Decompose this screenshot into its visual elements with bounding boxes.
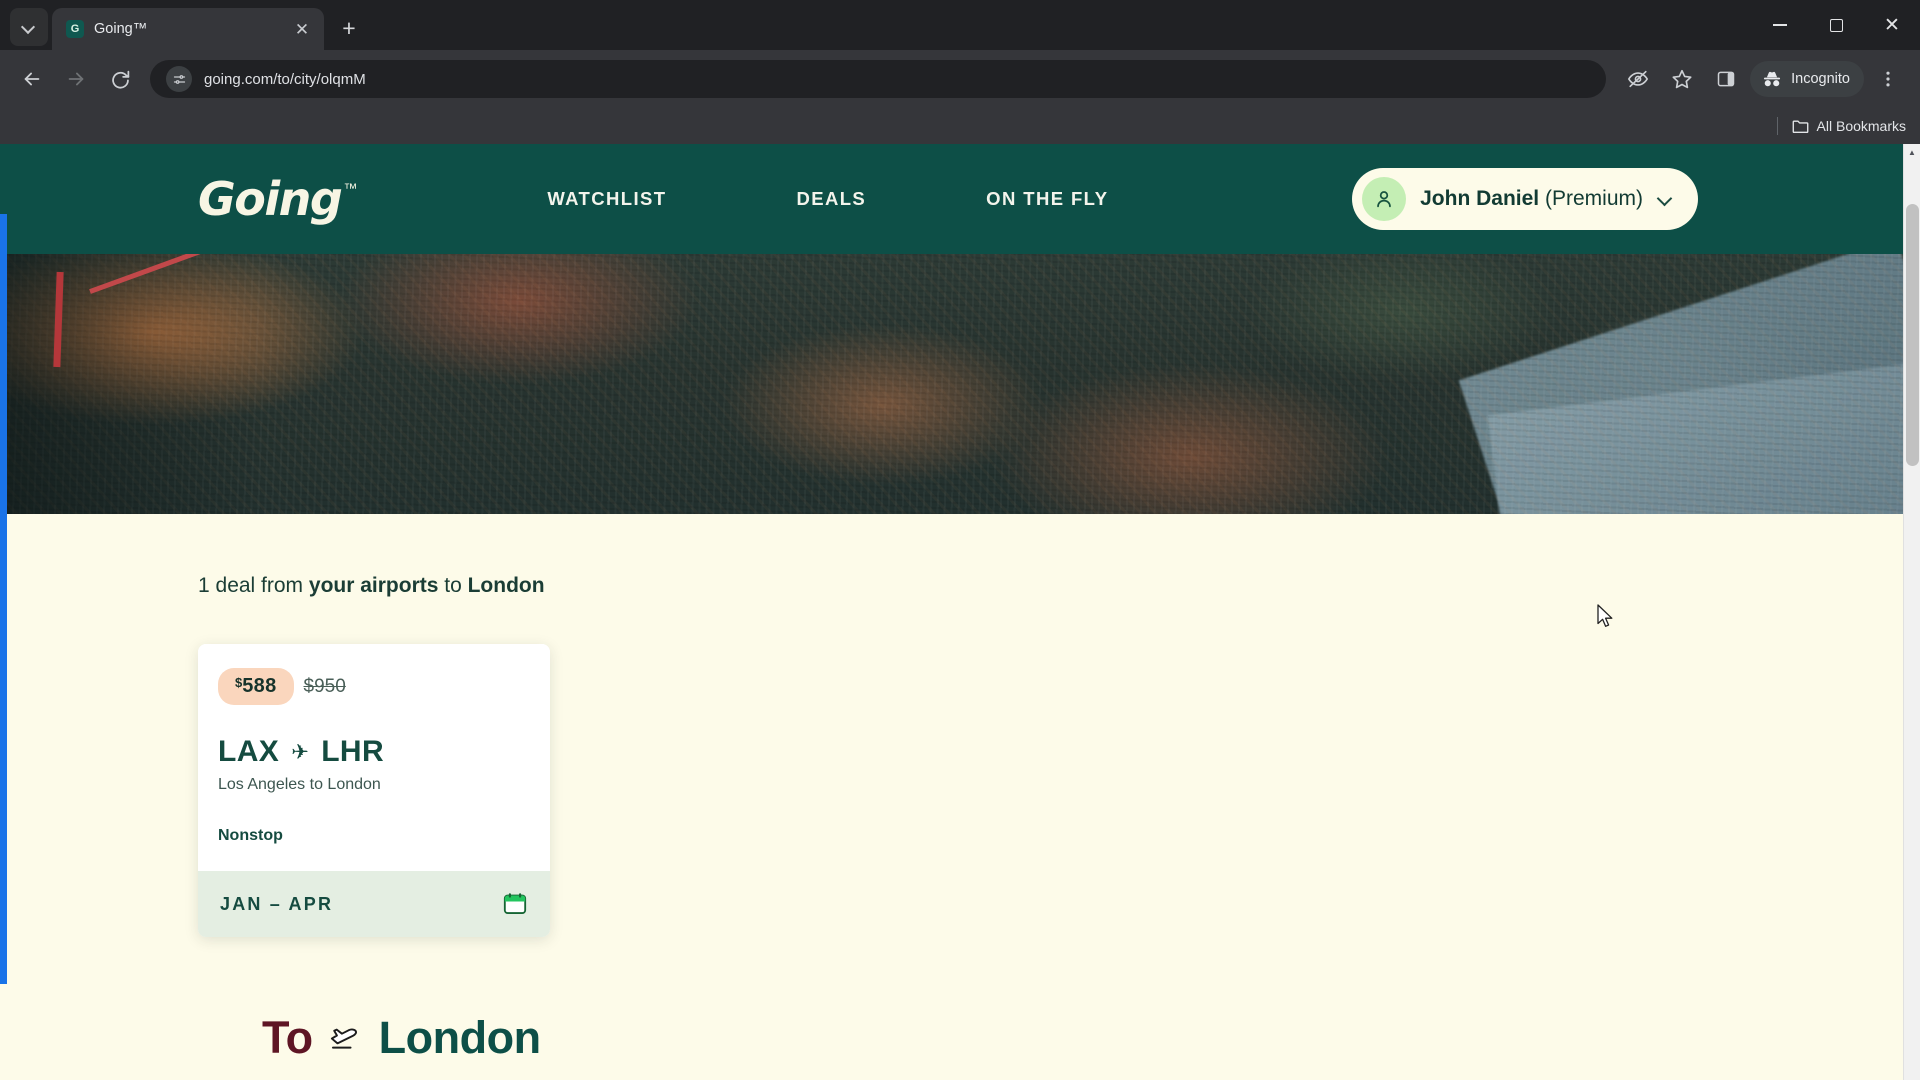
original-price: $950 <box>303 675 346 697</box>
calendar-icon <box>503 893 527 915</box>
url-text: going.com/to/city/olqmM <box>204 70 366 88</box>
destination-code: LHR <box>321 735 385 768</box>
arrow-plane-icon: ✈ <box>291 740 310 764</box>
title-prefix: To <box>262 1012 313 1063</box>
site-nav: WATCHLIST DEALS ON THE FLY <box>547 188 1108 210</box>
site-logo[interactable]: Going ™ <box>198 176 357 222</box>
incognito-label: Incognito <box>1791 71 1850 87</box>
stops-label: Nonstop <box>218 827 283 844</box>
divider <box>1776 117 1778 135</box>
tab-title: Going™ <box>94 21 148 37</box>
deal-price: 588 <box>242 675 277 697</box>
price-row: $ 588 $950 <box>198 668 550 705</box>
menu-icon[interactable] <box>1868 59 1908 99</box>
folder-icon <box>1792 120 1808 133</box>
destination-name: London <box>378 1012 541 1063</box>
tune-icon[interactable] <box>166 66 192 92</box>
deal-card-body: $ 588 $950 LAX ✈ LHR Los Angeles to Lond… <box>198 644 550 871</box>
bookmarks-bar: All Bookmarks <box>0 108 1920 144</box>
maximize-button[interactable] <box>1808 0 1864 50</box>
account-menu-button[interactable]: John Daniel (Premium) <box>1352 168 1698 230</box>
window-controls: ✕ <box>1752 0 1920 50</box>
incognito-indicator[interactable]: Incognito <box>1750 61 1864 97</box>
scroll-up-arrow[interactable]: ▲ <box>1904 144 1920 161</box>
incognito-icon <box>1764 71 1781 87</box>
currency-symbol: $ <box>235 675 243 690</box>
chevron-down-icon <box>23 21 35 33</box>
minimize-button[interactable] <box>1752 0 1808 50</box>
nav-item-deals[interactable]: DEALS <box>796 188 866 210</box>
date-range-label: JAN – APR <box>220 893 334 914</box>
deal-card[interactable]: $ 588 $950 LAX ✈ LHR Los Angeles to Lond… <box>198 644 550 937</box>
all-bookmarks-label: All Bookmarks <box>1816 118 1906 134</box>
nav-item-watchlist[interactable]: WATCHLIST <box>547 188 666 210</box>
avatar <box>1362 177 1407 221</box>
reload-icon[interactable] <box>100 59 140 99</box>
eye-off-icon[interactable] <box>1618 59 1658 99</box>
main-content: 1 deal from your airports to London $ 58… <box>0 514 1920 937</box>
scrollbar-thumb[interactable] <box>1906 204 1919 466</box>
browser-toolbar: going.com/to/city/olqmM Incognito <box>0 50 1920 108</box>
page-viewport: Going ™ WATCHLIST DEALS ON THE FLY John … <box>0 144 1920 1080</box>
back-icon[interactable] <box>12 59 52 99</box>
nav-item-on-the-fly[interactable]: ON THE FLY <box>986 188 1108 210</box>
new-tab-button[interactable]: + <box>332 11 366 45</box>
origin-code: LAX <box>218 735 280 768</box>
logo-text: Going <box>198 172 343 226</box>
deal-price-badge: $ 588 <box>218 668 294 705</box>
deal-count-text: 1 deal from your airports to London <box>198 574 545 597</box>
window-close-button[interactable]: ✕ <box>1864 0 1920 50</box>
browser-window: G Going™ ✕ + ✕ going.com/to/city/olqmM I… <box>0 0 1920 1080</box>
logo-trademark: ™ <box>343 180 358 196</box>
chevron-down-icon <box>1659 193 1672 206</box>
deal-card-footer[interactable]: JAN – APR <box>198 871 550 937</box>
forward-icon[interactable] <box>56 59 96 99</box>
london-cityscape-photo <box>0 254 1920 514</box>
close-icon[interactable]: ✕ <box>290 17 314 41</box>
page-scrollbar[interactable]: ▲ <box>1903 144 1920 1080</box>
browser-tab[interactable]: G Going™ ✕ <box>52 8 324 50</box>
tab-search-button[interactable] <box>10 8 48 46</box>
airplane-takeoff-icon <box>330 1028 357 1049</box>
account-name: John Daniel (Premium) <box>1420 187 1643 210</box>
mouse-cursor <box>1597 604 1613 627</box>
all-bookmarks-button[interactable]: All Bookmarks <box>1792 118 1906 134</box>
destination-title-card: To London <box>228 988 575 1080</box>
hero-banner <box>0 254 1920 514</box>
going-favicon: G <box>66 20 84 38</box>
star-icon[interactable] <box>1662 59 1702 99</box>
address-bar[interactable]: going.com/to/city/olqmM <box>150 60 1607 98</box>
route-codes: LAX ✈ LHR <box>198 705 550 769</box>
side-panel-icon[interactable] <box>1706 59 1746 99</box>
route-description: Los Angeles to London <box>218 776 381 793</box>
site-header: Going ™ WATCHLIST DEALS ON THE FLY John … <box>0 144 1920 254</box>
tab-strip: G Going™ ✕ + ✕ <box>0 0 1920 50</box>
focus-indicator-bar <box>0 214 7 984</box>
person-icon <box>1377 191 1391 208</box>
